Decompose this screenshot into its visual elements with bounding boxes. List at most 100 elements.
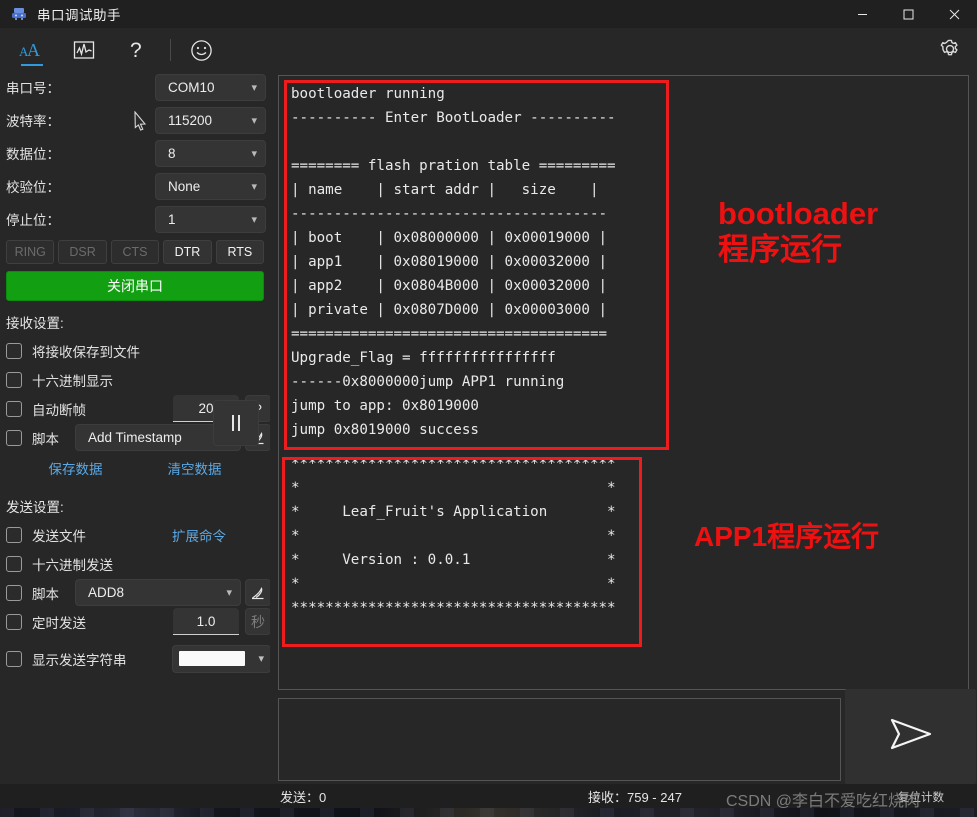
show-send-string-row[interactable]: 显示发送字符串 ▾ (6, 644, 264, 673)
timed-send-checkbox[interactable] (6, 614, 22, 630)
receive-script-value: Add Timestamp (88, 430, 182, 445)
hex-display-checkbox[interactable] (6, 372, 22, 388)
timed-send-label: 定时发送 (32, 612, 86, 632)
hex-display-label: 十六进制显示 (32, 370, 113, 390)
baudrate-select[interactable]: 115200 ▾ (155, 107, 266, 134)
save-to-file-label: 将接收保存到文件 (32, 341, 140, 361)
send-settings-title: 发送设置: (6, 496, 270, 516)
show-send-string-label: 显示发送字符串 (32, 649, 127, 669)
status-received-count: 接收：759 - 247 (588, 787, 682, 806)
chevron-down-icon: ▾ (251, 81, 257, 94)
send-string-value (179, 651, 245, 666)
os-taskbar (0, 808, 977, 817)
modem-dsr[interactable]: DSR (58, 240, 106, 264)
chevron-down-icon: ▾ (251, 114, 257, 127)
chevron-down-icon: ▾ (251, 147, 257, 160)
receive-save-file-row[interactable]: 将接收保存到文件 (6, 336, 264, 365)
send-hex-row[interactable]: 十六进制发送 (6, 549, 264, 578)
mouse-cursor-icon (132, 111, 150, 136)
window-title: 串口调试助手 (37, 4, 121, 24)
save-to-file-checkbox[interactable] (6, 343, 22, 359)
window-controls (839, 0, 977, 28)
pause-receive-button[interactable] (213, 400, 259, 446)
send-textarea[interactable] (278, 698, 841, 781)
modem-rts[interactable]: RTS (216, 240, 264, 264)
config-row-parity: 校验位： None ▾ (6, 171, 264, 201)
config-row-port: 串口号： COM10 ▾ (6, 72, 264, 102)
gear-icon[interactable] (937, 36, 963, 62)
receive-script-checkbox[interactable] (6, 430, 22, 446)
port-select[interactable]: COM10 ▾ (155, 74, 266, 101)
stopbits-select[interactable]: 1 ▾ (155, 206, 266, 233)
minimize-button[interactable] (839, 0, 885, 28)
help-icon[interactable]: ? (114, 30, 158, 70)
timed-send-input[interactable]: 1.0 (173, 608, 239, 635)
receive-script-label: 脚本 (32, 428, 59, 448)
chevron-down-icon: ▾ (258, 652, 264, 665)
pause-icon (232, 415, 240, 431)
annotation-bootloader: bootloader 程序运行 (718, 196, 878, 268)
config-row-databits: 数据位： 8 ▾ (6, 138, 264, 168)
status-sent-count: 发送：0 (280, 787, 326, 806)
modem-dtr[interactable]: DTR (163, 240, 211, 264)
parity-select-value: None (168, 179, 200, 194)
smiley-icon[interactable] (179, 30, 223, 70)
timed-send-row[interactable]: 定时发送 1.0 秒 (6, 607, 264, 636)
hex-send-label: 十六进制发送 (32, 554, 113, 574)
config-row-stopbits: 停止位： 1 ▾ (6, 204, 264, 234)
annotation-app1: APP1程序运行 (694, 521, 879, 553)
send-file-checkbox[interactable] (6, 527, 22, 543)
toolbar-divider (170, 39, 171, 61)
settings-sidebar: 串口号： COM10 ▾ 波特率： 115200 ▾ 数据位： 8 ▾ (0, 72, 270, 806)
send-file-row[interactable]: 发送文件 扩展命令 (6, 520, 264, 549)
save-data-link[interactable]: 保存数据 (49, 458, 103, 478)
modem-cts[interactable]: CTS (111, 240, 159, 264)
receive-textarea[interactable]: bootloader running ---------- Enter Boot… (278, 75, 969, 690)
chevron-down-icon: ▾ (226, 586, 232, 599)
chevron-down-icon: ▾ (251, 180, 257, 193)
extend-command-link[interactable]: 扩展命令 (172, 525, 226, 545)
send-script-row[interactable]: 脚本 ADD8 ▾ (6, 578, 264, 607)
clear-data-link[interactable]: 清空数据 (168, 458, 222, 478)
send-script-label: 脚本 (32, 583, 59, 603)
send-button[interactable] (845, 689, 976, 784)
app-icon (11, 6, 27, 22)
chevron-down-icon: ▾ (251, 213, 257, 226)
serial-assistant-window: 串口调试助手 A A (0, 0, 977, 817)
config-label-port: 串口号： (6, 77, 60, 97)
send-paper-plane-icon (886, 714, 936, 759)
send-script-checkbox[interactable] (6, 585, 22, 601)
send-file-label: 发送文件 (32, 525, 86, 545)
send-script-edit-icon[interactable] (245, 579, 271, 606)
auto-frame-label: 自动断帧 (32, 399, 86, 419)
modem-ring[interactable]: RING (6, 240, 54, 264)
maximize-button[interactable] (885, 0, 931, 28)
show-send-string-checkbox[interactable] (6, 651, 22, 667)
baudrate-select-value: 115200 (168, 113, 212, 128)
send-script-select[interactable]: ADD8 ▾ (75, 579, 241, 606)
config-label-parity: 校验位： (6, 176, 60, 196)
receive-settings-title: 接收设置: (6, 312, 270, 332)
config-label-baud: 波特率： (6, 110, 60, 130)
modem-lines: RING DSR CTS DTR RTS (6, 240, 264, 264)
auto-frame-checkbox[interactable] (6, 401, 22, 417)
receive-hex-row[interactable]: 十六进制显示 (6, 365, 264, 394)
main-area: bootloader running ---------- Enter Boot… (270, 72, 977, 784)
config-label-stopbits: 停止位： (6, 209, 60, 229)
font-icon[interactable]: A A (10, 30, 54, 70)
port-select-value: COM10 (168, 80, 215, 95)
databits-select[interactable]: 8 ▾ (155, 140, 266, 167)
config-row-baud: 波特率： 115200 ▾ (6, 105, 264, 135)
hex-send-checkbox[interactable] (6, 556, 22, 572)
send-script-value: ADD8 (88, 585, 124, 600)
svg-text:A: A (27, 40, 40, 60)
waveform-icon[interactable] (62, 30, 106, 70)
parity-select[interactable]: None ▾ (155, 173, 266, 200)
close-button[interactable] (931, 0, 977, 28)
receive-action-links: 保存数据 清空数据 (16, 458, 254, 478)
databits-select-value: 8 (168, 146, 176, 161)
send-string-select[interactable]: ▾ (172, 645, 271, 673)
close-port-button[interactable]: 关闭串口 (6, 271, 264, 301)
svg-text:?: ? (130, 39, 142, 62)
stopbits-select-value: 1 (168, 212, 176, 227)
